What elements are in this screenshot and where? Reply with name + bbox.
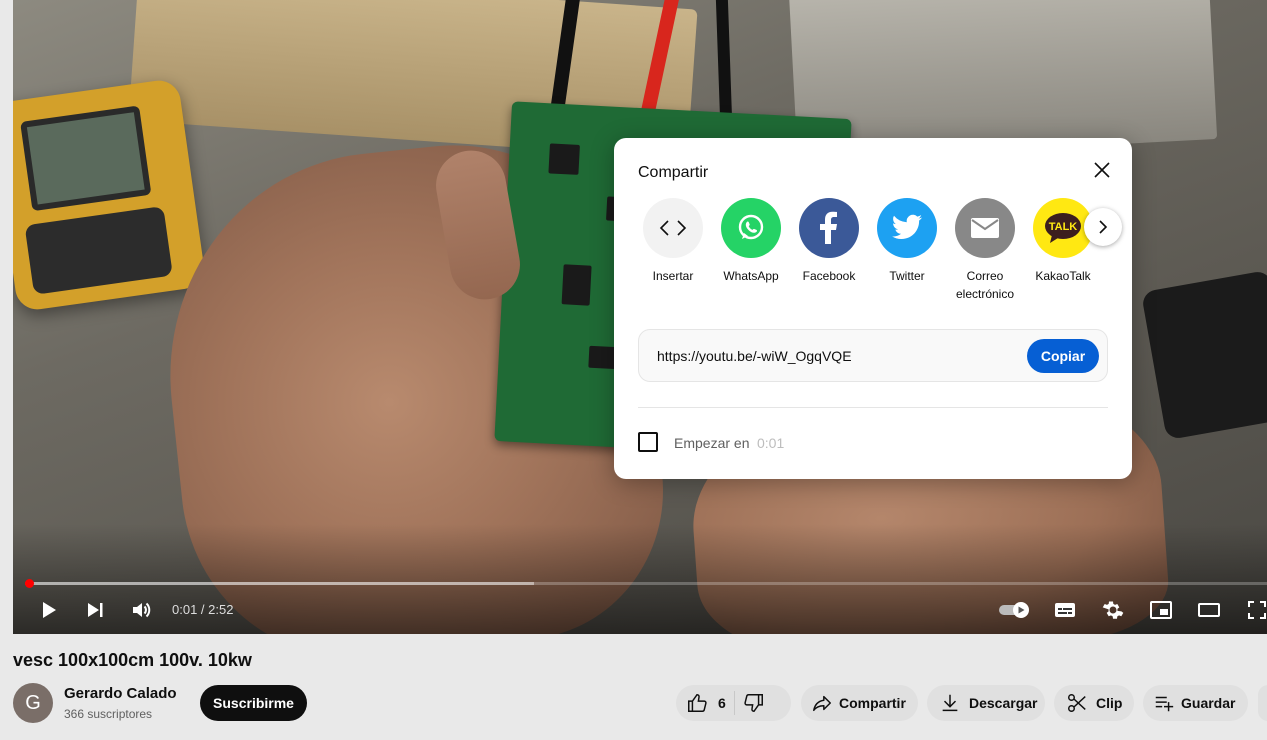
- dislike-button[interactable]: [743, 692, 765, 714]
- share-target-facebook[interactable]: Facebook: [794, 198, 864, 285]
- share-target-whatsapp[interactable]: WhatsApp: [716, 198, 786, 285]
- share-label: WhatsApp: [723, 269, 779, 283]
- video-title: vesc 100x100cm 100v. 10kw: [13, 650, 252, 670]
- skip-next-icon: [88, 603, 103, 617]
- share-label: Compartir: [839, 695, 906, 711]
- autoplay-toggle[interactable]: [997, 594, 1033, 626]
- share-url-text[interactable]: https://youtu.be/-wiW_OgqVQE: [657, 348, 852, 364]
- clip-label: Clip: [1096, 695, 1123, 711]
- autoplay-toggle-icon: [999, 602, 1029, 618]
- start-at-label: Empezar en: [674, 435, 750, 451]
- volume-button[interactable]: [126, 594, 158, 626]
- scrubber-handle[interactable]: [24, 579, 34, 588]
- thumbs-down-icon: [744, 694, 763, 712]
- like-dislike-group: 6: [676, 685, 791, 721]
- download-icon: [942, 694, 958, 712]
- embed-circle: [643, 198, 703, 258]
- thumbs-up-icon: [688, 694, 707, 712]
- gear-icon: [1102, 601, 1124, 619]
- download-button[interactable]: Descargar: [927, 685, 1045, 721]
- kakaotalk-icon: TALK: [1045, 213, 1081, 243]
- email-circle: [955, 198, 1015, 258]
- twitter-circle: [877, 198, 937, 258]
- save-button[interactable]: Guardar: [1143, 685, 1248, 721]
- share-dialog: Compartir Insertar WhatsApp Facebook Twi…: [614, 138, 1132, 479]
- share-button[interactable]: Compartir: [801, 685, 918, 721]
- share-url-field[interactable]: https://youtu.be/-wiW_OgqVQE Copiar: [638, 329, 1108, 382]
- like-divider: [733, 691, 735, 715]
- subscriber-count: 366 suscriptores: [64, 707, 153, 721]
- share-targets: Insertar WhatsApp Facebook Twitter Corre…: [638, 198, 1108, 308]
- play-icon: [43, 602, 56, 618]
- channel-name[interactable]: Gerardo Calado: [64, 685, 177, 702]
- chevron-right-icon: [1099, 220, 1108, 234]
- miniplayer-button[interactable]: [1145, 594, 1177, 626]
- like-count: 6: [718, 695, 726, 711]
- start-at-time: 0:01: [757, 435, 785, 451]
- progress-buffered: [25, 582, 535, 585]
- copy-button[interactable]: Copiar: [1027, 339, 1099, 373]
- share-label: Correo electrónico: [955, 269, 1015, 301]
- kakaotalk-logo-text: TALK: [1049, 221, 1078, 233]
- share-label: Facebook: [802, 269, 856, 283]
- share-target-embed[interactable]: Insertar: [638, 198, 708, 285]
- like-button[interactable]: 6: [686, 692, 726, 714]
- subscribe-button[interactable]: Suscribirme: [200, 685, 307, 721]
- close-button[interactable]: [1088, 156, 1116, 184]
- multimeter-image: [13, 77, 207, 313]
- subtitles-button[interactable]: [1049, 594, 1081, 626]
- facebook-circle: [799, 198, 859, 258]
- more-actions-button[interactable]: [1258, 685, 1267, 721]
- playlist-add-icon: [1155, 696, 1174, 712]
- embed-icon: [659, 220, 687, 236]
- next-button[interactable]: [79, 594, 111, 626]
- share-label: Insertar: [652, 269, 694, 283]
- download-label: Descargar: [969, 695, 1038, 711]
- fullscreen-button[interactable]: [1241, 594, 1267, 626]
- share-label: Twitter: [889, 269, 925, 283]
- share-target-kakaotalk[interactable]: TALK KakaoTalk: [1028, 198, 1098, 285]
- clip-button[interactable]: Clip: [1054, 685, 1134, 721]
- player-controls: 0:01 / 2:52: [13, 594, 1267, 626]
- dialog-title: Compartir: [638, 164, 709, 181]
- progress-bar[interactable]: [24, 579, 1267, 588]
- share-target-twitter[interactable]: Twitter: [872, 198, 942, 285]
- miniplayer-icon: [1150, 601, 1172, 619]
- settings-button[interactable]: [1097, 594, 1129, 626]
- youtube-watch-page: 0:01 / 2:52 Compartir Insertar WhatsApp …: [0, 0, 1267, 740]
- subtitles-icon: [1055, 603, 1075, 617]
- share-target-email[interactable]: Correo electrónico: [950, 198, 1020, 303]
- start-at-checkbox[interactable]: [638, 432, 658, 452]
- fullscreen-icon: [1248, 601, 1266, 619]
- facebook-icon: [820, 211, 837, 244]
- email-icon: [971, 218, 999, 238]
- theater-icon: [1198, 603, 1220, 617]
- close-icon: [1094, 162, 1110, 178]
- time-display: 0:01 / 2:52: [172, 602, 234, 617]
- volume-icon: [133, 602, 151, 618]
- twitter-icon: [892, 214, 922, 240]
- play-button[interactable]: [32, 594, 64, 626]
- dialog-divider: [638, 407, 1108, 408]
- share-icon: [813, 695, 831, 712]
- avatar[interactable]: G: [13, 683, 53, 723]
- share-label: KakaoTalk: [1035, 269, 1091, 283]
- whatsapp-circle: [721, 198, 781, 258]
- whatsapp-icon: [738, 214, 764, 240]
- scissors-icon: [1068, 694, 1086, 712]
- save-label: Guardar: [1181, 695, 1236, 711]
- share-next-button[interactable]: [1084, 208, 1122, 246]
- theater-mode-button[interactable]: [1193, 594, 1225, 626]
